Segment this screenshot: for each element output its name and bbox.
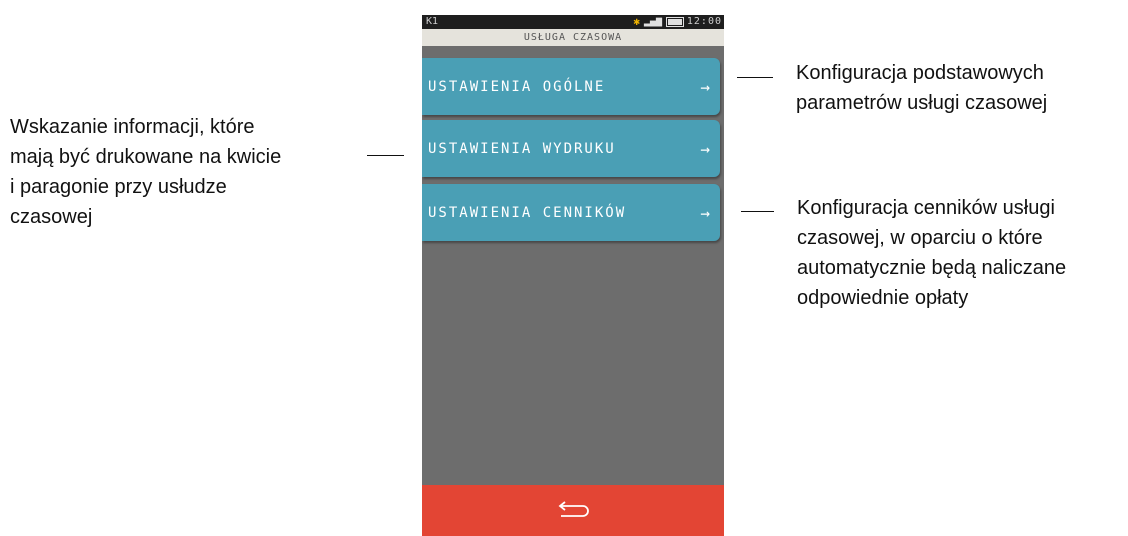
leader-line [367,155,404,156]
screen-title: USŁUGA CZASOWA [422,29,724,46]
back-button[interactable] [553,499,593,523]
menu-item-print-settings[interactable]: USTAWIENIA WYDRUKU → [422,120,720,177]
leader-line [737,77,773,78]
menu-item-label: USTAWIENIA OGÓLNE [428,78,606,95]
annotation-price-list-settings: Konfiguracja cenników usługi czasowej, w… [797,197,1067,309]
battery-icon [666,17,684,27]
menu-item-general-settings[interactable]: USTAWIENIA OGÓLNE → [422,58,720,115]
menu-item-label: USTAWIENIA WYDRUKU [428,140,616,157]
bluetooth-icon: ✱ [633,15,640,28]
signal-icon: ▂▄▆ [643,16,662,27]
carrier-label: K1 [426,16,439,27]
menu-item-price-list-settings[interactable]: USTAWIENIA CENNIKÓW → [422,184,720,241]
annotation-print-settings: Wskazanie informacji, które mają być dru… [10,116,282,228]
annotation-general-settings: Konfiguracja podstawowych parametrów usł… [796,62,1048,114]
arrow-right-icon: → [700,77,710,96]
device-screen: K1 ✱ ▂▄▆ 12:00 USŁUGA CZASOWA USTAWIENIA… [422,15,724,536]
leader-line [741,211,774,212]
menu-item-label: USTAWIENIA CENNIKÓW [428,204,627,221]
back-arrow-icon [558,501,589,517]
arrow-right-icon: → [700,203,710,222]
bottom-bar [422,485,724,536]
status-bar: K1 ✱ ▂▄▆ 12:00 [422,15,724,29]
clock: 12:00 [686,16,722,27]
arrow-right-icon: → [700,139,710,158]
